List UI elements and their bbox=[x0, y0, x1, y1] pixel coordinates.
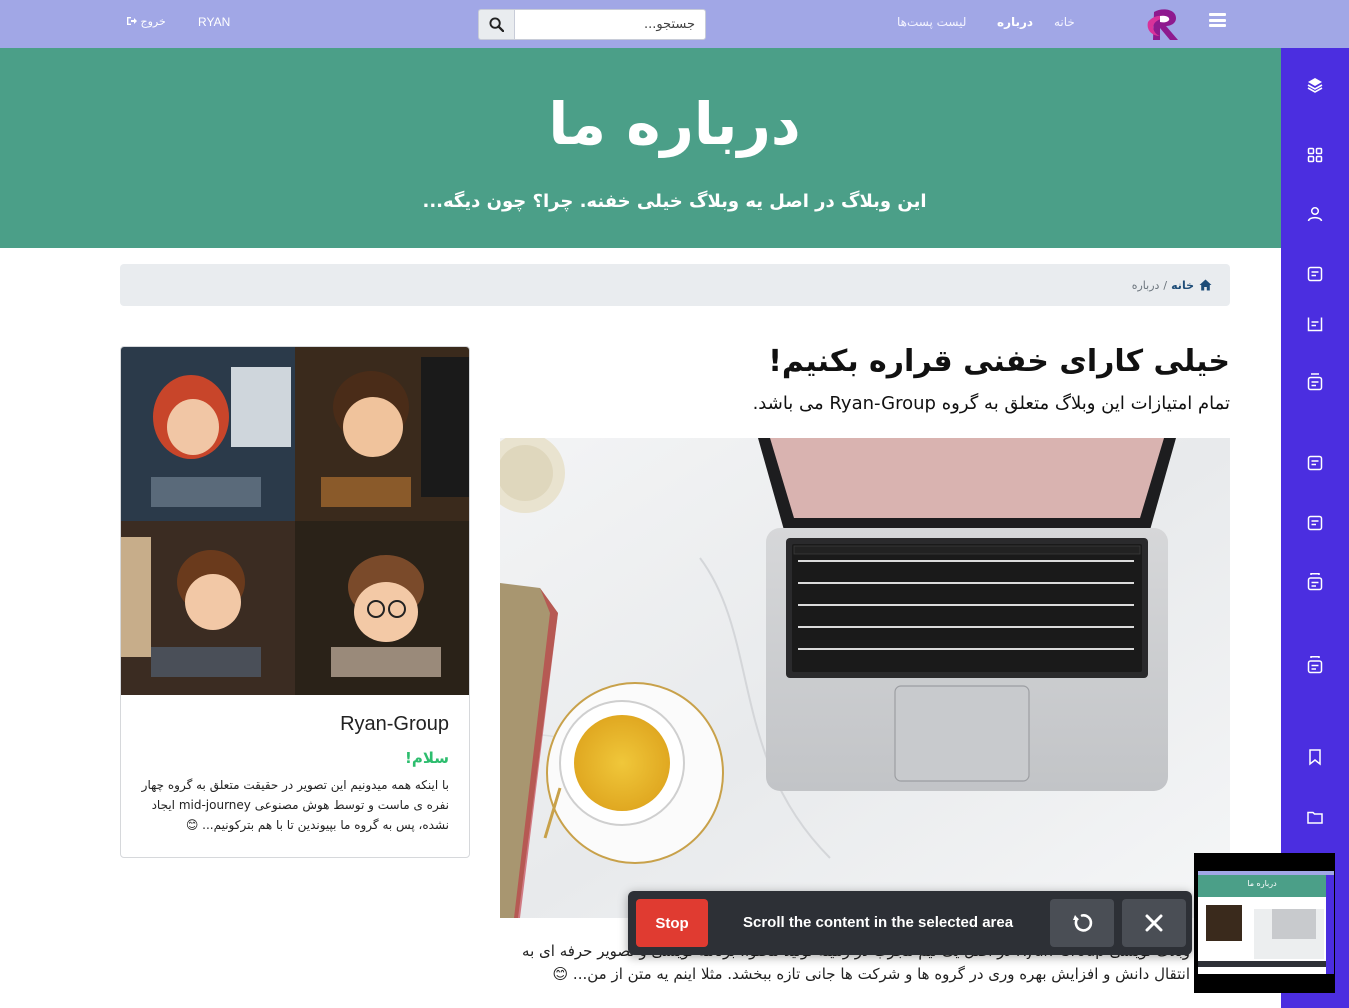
note-icon[interactable] bbox=[1306, 656, 1324, 674]
bookmark-icon[interactable] bbox=[1306, 748, 1324, 766]
search-icon bbox=[489, 17, 504, 32]
nav-link-posts[interactable]: لیست پست‌ها bbox=[897, 15, 966, 29]
breadcrumb-home[interactable]: خانه bbox=[1171, 279, 1212, 292]
note-icon[interactable] bbox=[1306, 573, 1324, 591]
search-button[interactable] bbox=[478, 9, 514, 40]
laptop-photo bbox=[500, 438, 1230, 918]
refresh-icon bbox=[1073, 914, 1093, 932]
article-title: خیلی کارای خفنی قراره بکنیم! bbox=[768, 344, 1230, 379]
profile-card: Ryan-Group سلام! با اینکه همه میدونیم ای… bbox=[120, 346, 470, 858]
card-image bbox=[121, 347, 469, 695]
layers-icon[interactable] bbox=[1306, 76, 1324, 94]
breadcrumb-separator: / bbox=[1163, 278, 1168, 292]
card-text: با اینکه همه میدونیم این تصویر در حقیقت … bbox=[141, 778, 449, 832]
capture-thumbnail[interactable]: درباره ما bbox=[1194, 853, 1335, 993]
logout-label: خروج bbox=[140, 15, 166, 28]
thumbnail-title: درباره ما bbox=[1247, 879, 1277, 888]
article-subtitle: تمام امتیازات این وبلاگ متعلق به گروه Ry… bbox=[752, 393, 1230, 414]
nav-link-home[interactable]: خانه bbox=[1054, 15, 1075, 29]
scroll-capture-bar: Stop Scroll the content in the selected … bbox=[628, 891, 1192, 955]
stop-button[interactable]: Stop bbox=[636, 899, 708, 947]
search-input[interactable] bbox=[514, 9, 706, 40]
note-icon[interactable] bbox=[1306, 454, 1324, 472]
note-icon[interactable] bbox=[1306, 514, 1324, 532]
user-name[interactable]: RYAN bbox=[198, 15, 230, 29]
refresh-button[interactable] bbox=[1050, 899, 1114, 947]
note-edit-icon[interactable] bbox=[1306, 315, 1324, 333]
scroll-instruction: Scroll the content in the selected area bbox=[743, 914, 1014, 931]
breadcrumb: خانه / درباره bbox=[120, 264, 1230, 306]
hero-subtitle: این وبلاگ در اصل یه وبلاگ خیلی خفنه. چرا… bbox=[422, 191, 927, 212]
hero-title: درباره ما bbox=[548, 90, 801, 158]
note-icon[interactable] bbox=[1306, 373, 1324, 391]
hero-banner: درباره ما این وبلاگ در اصل یه وبلاگ خیلی… bbox=[0, 48, 1281, 248]
card-title: Ryan-Group bbox=[340, 713, 449, 735]
top-navbar: خروج RYAN لیست پست‌ها درباره خانه bbox=[0, 0, 1349, 48]
card-greeting: سلام! bbox=[405, 749, 449, 767]
note-icon[interactable] bbox=[1306, 265, 1324, 283]
logout-link[interactable]: خروج bbox=[126, 15, 166, 28]
menu-icon[interactable] bbox=[1209, 13, 1226, 27]
search-form bbox=[478, 9, 706, 40]
breadcrumb-current: درباره bbox=[1131, 278, 1160, 292]
logout-icon bbox=[126, 15, 141, 28]
folder-icon[interactable] bbox=[1306, 808, 1324, 826]
breadcrumb-home-label: خانه bbox=[1171, 278, 1194, 292]
logo-icon[interactable] bbox=[1144, 4, 1184, 44]
close-button[interactable] bbox=[1122, 899, 1186, 947]
nav-link-about[interactable]: درباره bbox=[997, 15, 1033, 29]
close-icon bbox=[1145, 914, 1163, 932]
home-icon bbox=[1199, 279, 1212, 291]
